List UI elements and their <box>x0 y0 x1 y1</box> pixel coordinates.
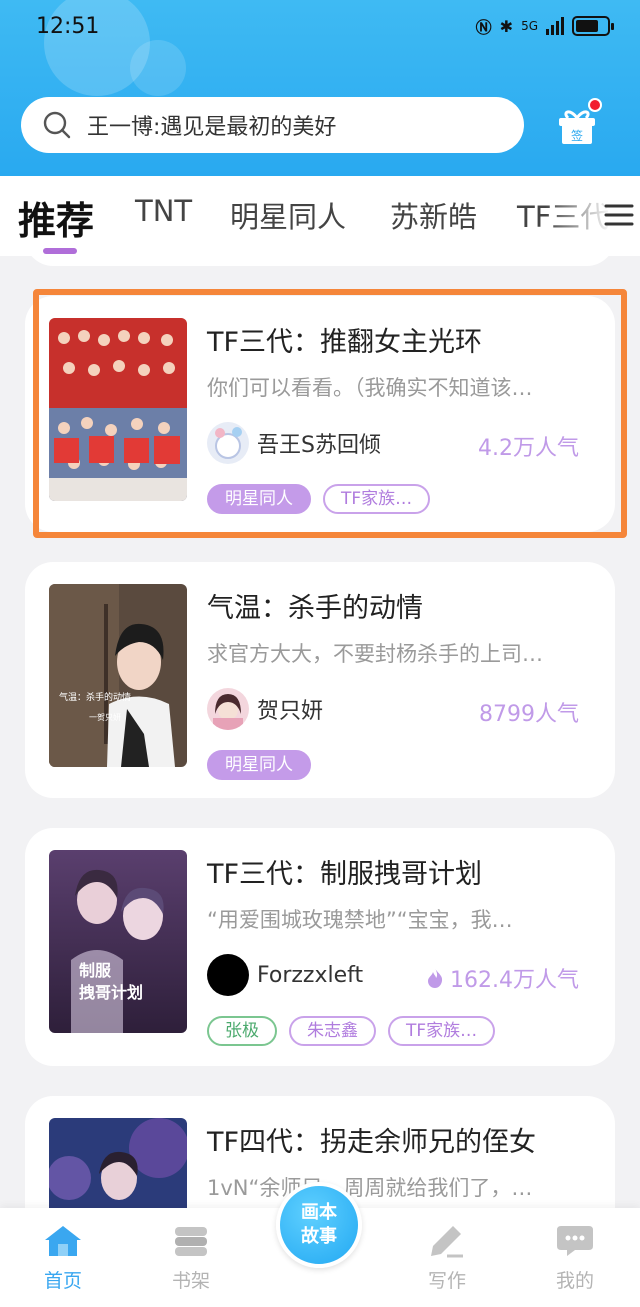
network-label: 5G <box>521 19 538 33</box>
previous-card[interactable] <box>25 256 615 266</box>
sign-in-gift-button[interactable]: 签 <box>556 98 602 146</box>
tab-star-fanfic[interactable]: 明星同人 <box>230 194 346 236</box>
pen-icon <box>431 1226 463 1258</box>
author-name: 贺只妍 <box>257 699 324 724</box>
popularity-count: 8799人气 <box>479 702 579 727</box>
nav-home-label: 首页 <box>43 1270 82 1292</box>
story-tag[interactable]: 明星同人 <box>207 750 311 780</box>
author-avatar <box>207 688 249 730</box>
status-icons: Ⓝ ✱ 5G <box>475 14 614 38</box>
nav-bookshelf[interactable]: 书架 <box>151 1224 231 1293</box>
story-author[interactable]: 贺只妍 <box>207 688 323 730</box>
story-cover <box>49 1118 187 1208</box>
nav-bookshelf-label: 书架 <box>171 1270 210 1292</box>
story-tag[interactable]: 张极 <box>207 1016 277 1046</box>
flame-icon <box>428 968 443 988</box>
story-card[interactable]: 气温：杀手的动情 一贺只妍 气温：杀手的动情 求官方大大，不要封杨杀手的上司… … <box>25 562 615 798</box>
story-description: “用爱围城玫瑰禁地”“宝宝，我… <box>207 908 513 932</box>
tab-recommend[interactable]: 推荐 <box>18 190 94 245</box>
bluetooth-icon: ✱ <box>499 16 514 36</box>
popularity-count: 162.4万人气 <box>450 968 579 993</box>
story-description: 求官方大大，不要封杨杀手的上司… <box>207 642 543 666</box>
header: 12:51 Ⓝ ✱ 5G 王一博:遇见是最初的美好 签 <box>0 0 640 176</box>
story-title: TF四代：拐走余师兄的侄女 <box>207 1127 537 1158</box>
svg-text:签: 签 <box>571 128 583 143</box>
nav-write-label: 写作 <box>427 1270 466 1292</box>
notification-dot <box>588 98 602 112</box>
story-tag[interactable]: TF家族… <box>388 1016 496 1046</box>
selection-highlight <box>33 289 627 538</box>
center-label-line2: 故事 <box>301 1226 337 1247</box>
search-text: 王一博:遇见是最初的美好 <box>87 115 337 140</box>
story-author[interactable]: Forzzxleft <box>207 954 363 996</box>
chat-bubble-icon <box>557 1226 593 1256</box>
cover-caption-author: 一贺只妍 <box>89 713 121 722</box>
popularity-hot: 162.4万人气 <box>426 962 579 994</box>
story-tags: 张极 朱志鑫 TF家族… <box>207 1016 496 1046</box>
nav-me-label: 我的 <box>555 1270 594 1292</box>
nav-write[interactable]: 写作 <box>407 1224 487 1293</box>
story-cover: 气温：杀手的动情 一贺只妍 <box>49 584 187 767</box>
picture-story-button[interactable]: 画本 故事 <box>276 1182 362 1268</box>
signal-icon <box>546 17 564 35</box>
battery-icon <box>572 16 614 36</box>
center-label-line1: 画本 <box>301 1202 337 1223</box>
cover-caption: 制服 拽哥计划 <box>79 961 144 1002</box>
nav-me[interactable]: 我的 <box>535 1224 615 1293</box>
bookshelf-icon <box>175 1227 207 1256</box>
tab-tnt[interactable]: TNT <box>135 194 192 228</box>
story-tag[interactable]: 朱志鑫 <box>289 1016 376 1046</box>
author-avatar <box>207 954 249 996</box>
author-name: Forzzxleft <box>257 962 364 988</box>
nfc-icon: Ⓝ <box>475 18 492 37</box>
menu-icon[interactable] <box>602 198 636 232</box>
nav-home[interactable]: 首页 <box>23 1224 103 1293</box>
story-card[interactable]: 制服 拽哥计划 TF三代：制服拽哥计划 “用爱围城玫瑰禁地”“宝宝，我… For… <box>25 828 615 1066</box>
search-input[interactable]: 王一博:遇见是最初的美好 <box>21 97 524 153</box>
story-description: 1vN“余师兄，周周就给我们了，… <box>207 1176 533 1200</box>
category-tabs: 推荐 TNT 明星同人 苏新皓 TF三代 <box>0 176 640 256</box>
decor-bubble <box>130 40 186 96</box>
active-tab-indicator <box>43 248 77 254</box>
status-time: 12:51 <box>36 14 100 39</box>
cover-caption: 气温：杀手的动情 <box>59 693 132 703</box>
search-icon <box>43 111 71 139</box>
story-title: TF三代：制服拽哥计划 <box>207 859 483 890</box>
story-title: 气温：杀手的动情 <box>207 593 423 624</box>
story-tags: 明星同人 <box>207 750 311 780</box>
tab-su-xinhao[interactable]: 苏新皓 <box>390 194 477 236</box>
home-icon <box>45 1226 81 1256</box>
story-cover: 制服 拽哥计划 <box>49 850 187 1033</box>
